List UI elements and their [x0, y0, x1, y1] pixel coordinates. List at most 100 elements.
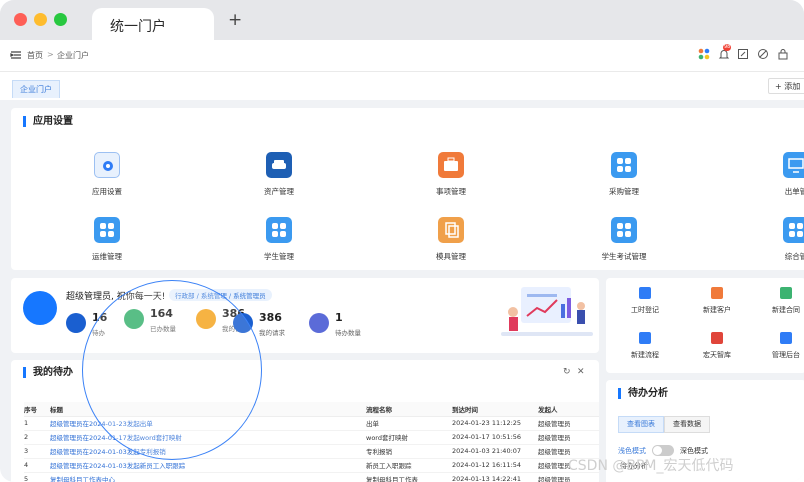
table-row[interactable]: 4 超级管理员在2024-01-03发起新员工入职跟踪 新员工入职跟踪 2024-01… — [24, 458, 599, 473]
bell-icon[interactable]: 98 — [718, 44, 732, 60]
stat-value: 386 — [259, 311, 282, 324]
quick-link[interactable]: 新建合同 — [756, 287, 804, 315]
top-nav-bar: 首页 > 企业门户 98 — [0, 40, 804, 72]
quick-link[interactable]: 宏天智库 — [687, 332, 747, 360]
app-label: 资产管理 — [264, 187, 294, 196]
notification-badge: 98 — [723, 44, 732, 51]
gear-icon — [94, 152, 120, 178]
table-cell: 2024-01-13 14:22:41 — [452, 472, 538, 482]
stat-value: 1 — [335, 311, 343, 324]
browser-tab[interactable]: 统一门户 — [92, 8, 214, 40]
app-item[interactable]: 采购管理 — [584, 152, 664, 197]
title-bar: 统一门户 + — [0, 0, 804, 40]
app-label: 采购管理 — [609, 187, 639, 196]
minimize-window-button[interactable] — [34, 13, 47, 26]
table-cell: 2024-01-23 11:12:25 — [452, 416, 538, 431]
quick-link[interactable]: 新建流程 — [615, 332, 675, 360]
tab-view-chart[interactable]: 查看图表 — [618, 416, 664, 433]
table-cell[interactable]: 超级管理员在2024-01-03发起新员工入职跟踪 — [50, 458, 366, 473]
app-item[interactable]: 综合管 — [756, 217, 804, 262]
quick-link-icon — [639, 287, 651, 299]
quick-link-icon — [780, 332, 792, 344]
table-cell: 专利报销 — [366, 444, 452, 459]
table-cell: 2024-01-12 16:11:54 — [452, 458, 538, 473]
quick-link[interactable]: 新建客户 — [687, 287, 747, 315]
table-cell[interactable]: 复制母科目工作表中心 — [50, 472, 366, 482]
toggle-knob — [653, 446, 662, 455]
table-cell: 2024-01-03 21:40:07 — [452, 444, 538, 459]
quick-link[interactable]: 工时登记 — [615, 287, 675, 315]
breadcrumb-separator: > — [47, 50, 54, 59]
analysis-title: 待办分析 — [618, 388, 668, 399]
grid-icon — [266, 217, 292, 243]
app-label: 综合管 — [784, 252, 804, 261]
quick-link-icon — [639, 332, 651, 344]
column-header: 到达时间 — [452, 402, 538, 417]
breadcrumb-current: 企业门户 — [57, 51, 89, 60]
app-label: 出单管 — [784, 187, 804, 196]
copy-icon — [438, 217, 464, 243]
add-button[interactable]: + 添加 — [768, 78, 804, 94]
fullscreen-icon[interactable] — [737, 48, 749, 60]
maximize-window-button[interactable] — [54, 13, 67, 26]
table-cell: 超级管理员 — [538, 430, 599, 445]
app-item[interactable]: 出单管 — [756, 152, 804, 197]
lock-icon[interactable] — [777, 48, 789, 60]
stat-label: 我的请求 — [259, 329, 285, 337]
table-cell: 出单 — [366, 416, 452, 431]
quick-link-label: 新建客户 — [703, 306, 731, 314]
app-label: 模具管理 — [436, 252, 466, 261]
quick-link-label: 新建合同 — [772, 306, 800, 314]
table-cell: 1 — [24, 416, 50, 431]
quick-link-label: 工时登记 — [631, 306, 659, 314]
table-cell: 超级管理员 — [538, 416, 599, 431]
tab-view-data[interactable]: 查看数据 — [664, 416, 710, 433]
table-row[interactable]: 3 超级管理员在2024-01-03发起专利报销 专利报销 2024-01-03 21… — [24, 444, 599, 459]
grid-icon — [783, 217, 804, 243]
table-cell: 5 — [24, 472, 50, 482]
new-tab-button[interactable]: + — [228, 10, 242, 30]
car-icon — [266, 152, 292, 178]
illustration — [501, 282, 593, 340]
watermark: CSDN @BPM_宏天低代码 — [568, 458, 734, 474]
quick-link-icon — [711, 332, 723, 344]
app-settings-title: 应用设置 — [23, 116, 73, 127]
column-header: 发起人 — [538, 402, 599, 417]
app-label: 应用设置 — [92, 187, 122, 196]
apps-icon[interactable] — [698, 48, 710, 60]
quick-link-icon — [711, 287, 723, 299]
app-label: 运维管理 — [92, 252, 122, 261]
close-window-button[interactable] — [14, 13, 27, 26]
app-item[interactable]: 应用设置 — [67, 152, 147, 197]
table-cell: 2024-01-17 10:51:56 — [452, 430, 538, 445]
column-header: 序号 — [24, 402, 50, 417]
app-item[interactable]: 事项管理 — [411, 152, 491, 197]
column-header: 流程名称 — [366, 402, 452, 417]
app-item[interactable]: 学生考试管理 — [584, 217, 664, 262]
table-row[interactable]: 5 复制母科目工作表中心 复制母科目工作表 2024-01-13 14:22:41 超级… — [24, 472, 599, 482]
tab-enterprise-portal[interactable]: 企业门户 — [12, 80, 60, 98]
app-item[interactable]: 学生管理 — [239, 217, 319, 262]
app-item[interactable]: 运维管理 — [67, 217, 147, 262]
refresh-icon[interactable]: ↻ — [563, 367, 571, 377]
table-cell: 复制母科目工作表 — [366, 472, 452, 482]
breadcrumb-home[interactable]: 首页 — [27, 50, 43, 61]
app-label: 学生管理 — [264, 252, 294, 261]
stat-icon — [66, 313, 86, 333]
grid-icon — [94, 217, 120, 243]
close-icon[interactable]: ✕ — [577, 367, 585, 377]
grid-icon — [611, 152, 637, 178]
table-cell: 2 — [24, 430, 50, 445]
quick-link-label: 管理后台 — [772, 351, 800, 359]
menu-toggle-icon[interactable] — [10, 49, 22, 61]
app-item[interactable]: 资产管理 — [239, 152, 319, 197]
briefcase-icon — [438, 152, 464, 178]
skin-icon[interactable] — [757, 48, 769, 60]
todo-title: 我的待办 — [23, 367, 73, 378]
app-label: 事项管理 — [436, 187, 466, 196]
quick-link[interactable]: 管理后台 — [756, 332, 804, 360]
quick-link-icon — [780, 287, 792, 299]
stat-icon — [309, 313, 329, 333]
magnifier-overlay — [82, 280, 262, 460]
app-item[interactable]: 模具管理 — [411, 217, 491, 262]
